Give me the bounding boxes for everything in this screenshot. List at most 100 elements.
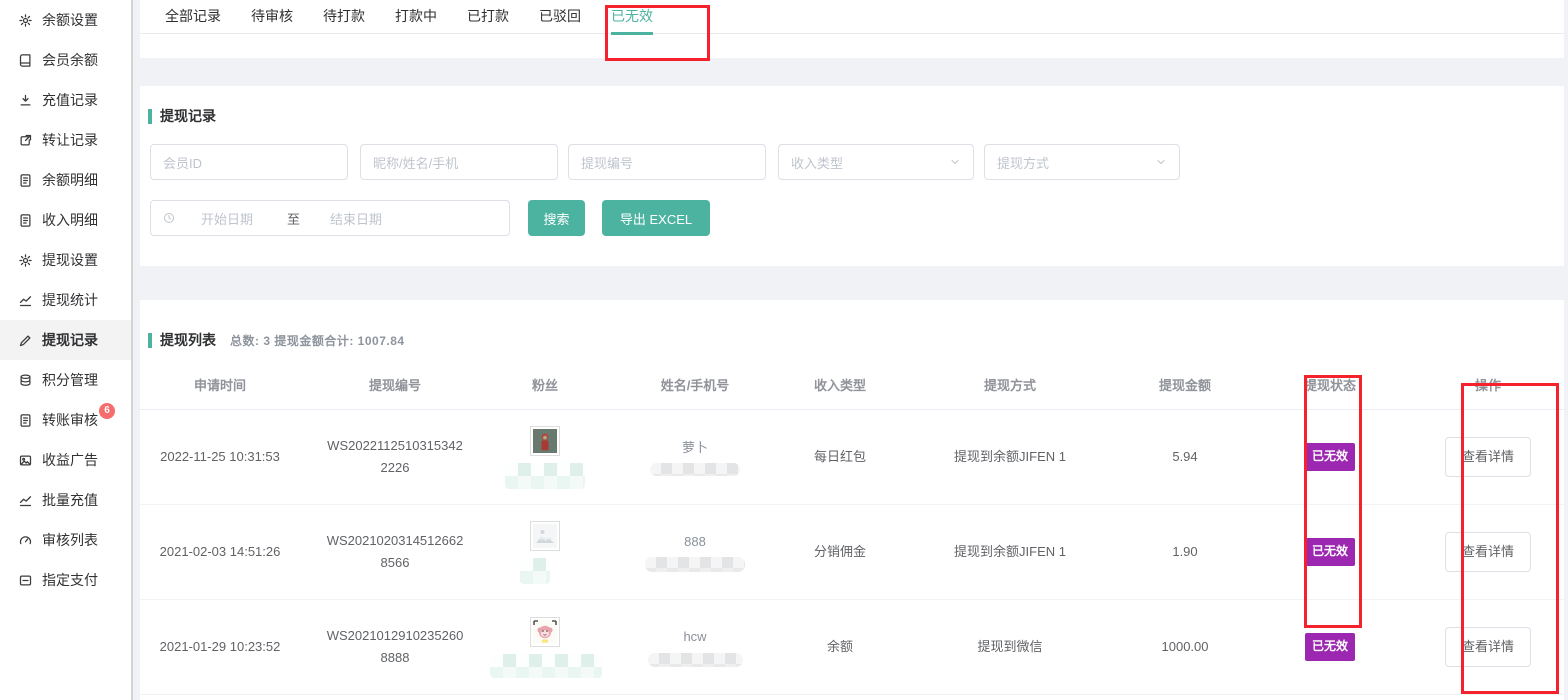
sidebar-item-points-management[interactable]: 积分管理 [0,360,131,400]
sidebar-item-label: 指定支付 [42,570,98,590]
sidebar-item-withdraw-stats[interactable]: 提现统计 [0,280,131,320]
sidebar-item-recharge-records[interactable]: 充值记录 [0,80,131,120]
date-separator: 至 [287,209,300,228]
member-name: 萝卜 [600,438,790,459]
sidebar-item-batch-recharge[interactable]: 批量充值 [0,480,131,520]
withdraw-amount: 1000.00 [1130,637,1240,658]
doll-avatar [530,426,560,456]
status-badge: 已无效 [1305,443,1355,470]
action-cell: 查看详情 [1420,627,1556,668]
gear-icon [18,13,33,28]
sidebar-item-revenue-ads[interactable]: 收益广告 [0,440,131,480]
column-header: 姓名/手机号 [600,375,790,394]
table-row: 2021-01-29 10:23:52 WS2021012910235260 8… [140,600,1564,695]
withdraw-method: 提现到余额JIFEN 1 [890,447,1130,468]
income-type: 每日红包 [790,447,890,468]
sidebar-item-transfer-records[interactable]: 转让记录 [0,120,131,160]
sidebar: 余额设置 会员余额 充值记录 转让记录 余额明细 收入明细 提现设置 提现统计 … [0,0,133,700]
sidebar-item-transfer-review[interactable]: 转账审核 6 [0,400,131,440]
chevron-down-icon [1155,156,1167,168]
sidebar-item-designated-payment[interactable]: 指定支付 [0,560,131,600]
column-header: 操作 [1420,375,1556,394]
table-row: 2022-11-25 10:31:53 WS2022112510315342 2… [140,410,1564,505]
withdraw-code: WS2021020314512662 8566 [300,530,490,574]
income-type: 余额 [790,637,890,658]
sidebar-item-balance-settings[interactable]: 余额设置 [0,0,131,40]
member-id-input[interactable]: 会员ID [150,144,348,180]
sidebar-item-label: 转账审核 [42,410,98,430]
censored-fan-name-mosaic [520,558,550,584]
sidebar-item-label: 转让记录 [42,130,98,150]
sidebar-item-label: 余额设置 [42,10,98,30]
sidebar-item-label: 审核列表 [42,530,98,550]
sidebar-item-income-detail[interactable]: 收入明细 [0,200,131,240]
fan-cell [490,617,600,678]
column-header: 收入类型 [790,375,890,394]
sidebar-item-label: 余额明细 [42,170,98,190]
withdraw-code: WS2022112510315342 2226 [300,435,490,479]
gear-icon [18,253,33,268]
action-cell: 查看详情 [1420,437,1556,478]
sidebar-item-label: 提现统计 [42,290,98,310]
database-icon [18,373,33,388]
apply-time: 2021-01-29 10:23:52 [140,637,300,658]
sidebar-item-label: 批量充值 [42,490,98,510]
chevron-down-icon [949,156,961,168]
list-summary: 总数: 3 提现金额合计: 1007.84 [230,332,405,349]
withdraw-amount: 5.94 [1130,447,1240,468]
view-detail-button[interactable]: 查看详情 [1445,532,1531,573]
sidebar-item-withdraw-records[interactable]: 提现记录 [0,320,131,360]
date-range-input[interactable]: 开始日期 至 结束日期 [150,200,510,236]
sidebar-item-label: 收益广告 [42,450,98,470]
end-date-placeholder: 结束日期 [330,209,382,228]
monkey-avatar [530,617,560,647]
search-button[interactable]: 搜索 [528,200,585,236]
withdraw-method-select[interactable]: 提现方式 [984,144,1180,180]
pencil-icon [18,333,33,348]
sidebar-item-withdraw-settings[interactable]: 提现设置 [0,240,131,280]
column-header: 提现方式 [890,375,1130,394]
tab-rejected[interactable]: 已驳回 [539,6,581,35]
book-icon [18,53,33,68]
status-cell: 已无效 [1240,633,1420,660]
sidebar-item-member-balance[interactable]: 会员余额 [0,40,131,80]
sidebar-item-review-list[interactable]: 审核列表 [0,520,131,560]
sidebar-item-balance-detail[interactable]: 余额明细 [0,160,131,200]
name-phone-cell: 888 [600,532,790,573]
image-icon [18,453,33,468]
tab-invalid[interactable]: 已无效 [611,6,653,35]
status-cell: 已无效 [1240,538,1420,565]
table-header: 申请时间 提现编号 粉丝 姓名/手机号 收入类型 提现方式 提现金额 提现状态 … [140,360,1564,410]
action-cell: 查看详情 [1420,532,1556,573]
start-date-placeholder: 开始日期 [201,209,253,228]
censored-fan-name-mosaic [490,654,602,678]
income-type-select[interactable]: 收入类型 [778,144,974,180]
withdraw-no-input[interactable]: 提现编号 [568,144,766,180]
tab-paid[interactable]: 已打款 [467,6,509,35]
green-bar-decoration [148,109,152,124]
green-bar-decoration [148,333,152,348]
tab-pending-payment[interactable]: 待打款 [323,6,365,35]
view-detail-button[interactable]: 查看详情 [1445,627,1531,668]
status-tabs: 全部记录 待审核 待打款 打款中 已打款 已驳回 已无效 [140,0,1564,34]
view-detail-button[interactable]: 查看详情 [1445,437,1531,478]
export-excel-button[interactable]: 导出 EXCEL [602,200,710,236]
file-icon [18,173,33,188]
income-type: 分销佣金 [790,542,890,563]
tab-pending-review[interactable]: 待审核 [251,6,293,35]
tab-all-records[interactable]: 全部记录 [165,6,221,35]
chart-icon [18,493,33,508]
status-cell: 已无效 [1240,443,1420,470]
table-row: 2021-02-03 14:51:26 WS2021020314512662 8… [140,505,1564,600]
withdraw-amount: 1.90 [1130,542,1240,563]
sidebar-item-label: 提现设置 [42,250,98,270]
gauge-icon [18,533,33,548]
withdraw-method: 提现到余额JIFEN 1 [890,542,1130,563]
sidebar-item-label: 积分管理 [42,370,98,390]
fan-cell [490,521,600,584]
censored-phone-blur [648,653,743,667]
status-badge: 已无效 [1305,633,1355,660]
search-panel-title: 提现记录 [148,106,216,126]
tab-paying[interactable]: 打款中 [395,6,437,35]
nickname-input[interactable]: 昵称/姓名/手机 [360,144,558,180]
